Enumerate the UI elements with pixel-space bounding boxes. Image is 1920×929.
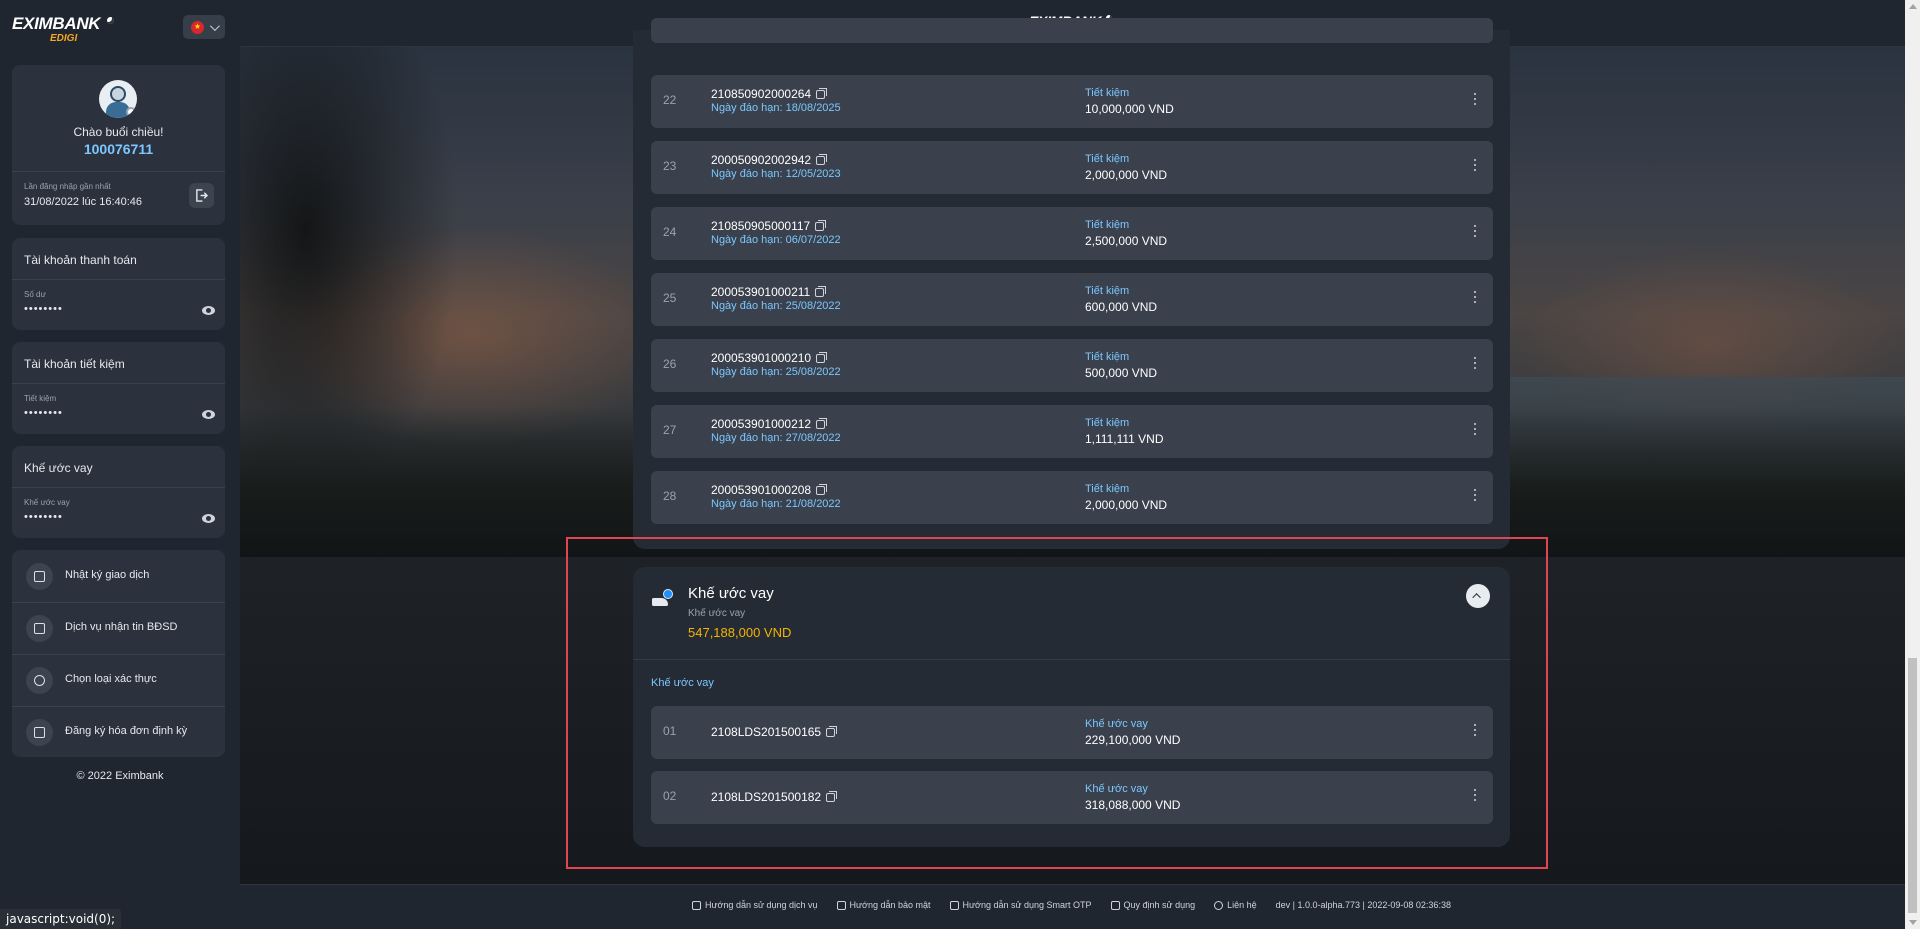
highlight-box	[566, 537, 1548, 869]
more-options-icon[interactable]	[1473, 93, 1476, 107]
footer-link-security-guide[interactable]: Hướng dẫn bảo mật	[836, 900, 931, 910]
copy-icon[interactable]	[816, 352, 828, 363]
more-options-icon[interactable]	[1473, 357, 1476, 371]
message-icon	[26, 615, 53, 642]
loan-balance-label: Khế ước vay	[24, 498, 70, 507]
otp-icon	[949, 900, 959, 910]
status-bar: javascript:void(0);	[0, 909, 122, 929]
sidebar-menu: Nhật ký giao dịch Dịch vụ nhận tin BĐSD …	[12, 550, 225, 757]
scrollbar-thumb[interactable]	[1908, 658, 1917, 913]
more-options-icon[interactable]	[1473, 159, 1476, 173]
eye-icon[interactable]	[202, 514, 215, 523]
eye-icon[interactable]	[202, 410, 215, 419]
footer: Hướng dẫn sử dụng dịch vụ Hướng dẫn bảo …	[240, 884, 1905, 929]
vietnam-flag-icon: ★	[191, 20, 204, 34]
more-options-icon[interactable]	[1473, 291, 1476, 305]
last-login-value: 31/08/2022 lúc 16:40:46	[24, 196, 143, 208]
shield-icon	[836, 900, 846, 910]
invoice-icon	[26, 719, 53, 746]
scrollbar[interactable]	[1905, 0, 1920, 929]
more-options-icon[interactable]	[1473, 489, 1476, 503]
copy-icon[interactable]	[816, 418, 828, 429]
greeting: Chào buổi chiều!	[73, 125, 164, 139]
payment-balance-value: ••••••••	[24, 303, 63, 315]
loan-account-card[interactable]: Khế ước vay Khế ước vay ••••••••	[12, 446, 225, 538]
mail-icon	[1110, 900, 1120, 910]
footer-link-terms[interactable]: Quy định sử dụng	[1110, 900, 1195, 910]
list-item[interactable]	[651, 18, 1493, 43]
menu-item-transaction-log[interactable]: Nhật ký giao dịch	[12, 550, 225, 602]
savings-balance-label: Tiết kiệm	[24, 394, 57, 403]
logout-icon	[196, 189, 208, 202]
savings-row[interactable]: 24 210850905000117 Ngày đáo hạn: 06/07/2…	[651, 207, 1493, 260]
eye-icon[interactable]	[202, 306, 215, 315]
copy-icon[interactable]	[815, 286, 827, 297]
savings-balance-value: ••••••••	[24, 407, 63, 419]
shield-check-icon	[26, 667, 53, 694]
copyright: © 2022 Eximbank	[76, 770, 164, 782]
payment-balance-label: Số dư	[24, 290, 46, 299]
avatar[interactable]	[99, 80, 137, 118]
scroll-up-icon[interactable]	[1909, 4, 1917, 9]
loan-balance-value: ••••••••	[24, 511, 63, 523]
payment-account-card[interactable]: Tài khoản thanh toán Số dư ••••••••	[12, 238, 225, 330]
loan-account-title: Khế ước vay	[24, 461, 93, 475]
logout-button[interactable]	[189, 183, 214, 208]
chat-icon	[1214, 900, 1224, 910]
sidebar-logo[interactable]: EXIMBANK EDIGI	[12, 14, 117, 46]
copy-icon[interactable]	[816, 154, 828, 165]
footer-link-smart-otp[interactable]: Hướng dẫn sử dụng Smart OTP	[949, 900, 1092, 910]
book-icon	[692, 900, 701, 910]
customer-number: 100076711	[83, 141, 154, 157]
scroll-down-icon[interactable]	[1909, 920, 1917, 925]
chevron-down-icon	[209, 20, 220, 31]
version-info: dev | 1.0.0-alpha.773 | 2022-09-08 02:36…	[1275, 900, 1451, 910]
footer-link-contact[interactable]: Liên hệ	[1214, 900, 1257, 910]
last-login-label: Lần đăng nhập gần nhất	[24, 182, 111, 191]
copy-icon[interactable]	[816, 88, 828, 99]
footer-links: Hướng dẫn sử dụng dịch vụ Hướng dẫn bảo …	[692, 900, 1451, 910]
savings-row[interactable]: 25 200053901000211 Ngày đáo hạn: 25/08/2…	[651, 273, 1493, 326]
savings-row[interactable]: 23 200050902002942 Ngày đáo hạn: 12/05/2…	[651, 141, 1493, 194]
savings-row[interactable]: 26 200053901000210 Ngày đáo hạn: 25/08/2…	[651, 339, 1493, 392]
footer-link-service-guide[interactable]: Hướng dẫn sử dụng dịch vụ	[692, 900, 818, 910]
logo-ball-icon	[105, 15, 116, 26]
more-options-icon[interactable]	[1473, 423, 1476, 437]
copy-icon[interactable]	[816, 484, 828, 495]
savings-row[interactable]: 28 200053901000208 Ngày đáo hạn: 21/08/2…	[651, 471, 1493, 524]
savings-account-card[interactable]: Tài khoản tiết kiệm Tiết kiệm ••••••••	[12, 342, 225, 434]
payment-account-title: Tài khoản thanh toán	[24, 253, 137, 267]
menu-item-recurring-bills[interactable]: Đăng ký hóa đơn định kỳ	[12, 706, 225, 758]
sidebar: EXIMBANK EDIGI ★ Chào buổi chiều! 100076…	[0, 0, 240, 929]
menu-item-auth-type[interactable]: Chọn loại xác thực	[12, 654, 225, 706]
menu-item-sms-service[interactable]: Dịch vụ nhận tin BĐSD	[12, 602, 225, 654]
savings-row[interactable]: 27 200053901000212 Ngày đáo hạn: 27/08/2…	[651, 405, 1493, 458]
savings-row[interactable]: 22 210850902000264 Ngày đáo hạn: 18/08/2…	[651, 75, 1493, 128]
profile-card: Chào buổi chiều! 100076711 Lần đăng nhập…	[12, 65, 225, 225]
savings-list-panel: 22 210850902000264 Ngày đáo hạn: 18/08/2…	[633, 18, 1510, 549]
calendar-icon	[26, 563, 53, 590]
savings-account-title: Tài khoản tiết kiệm	[24, 357, 125, 371]
more-options-icon[interactable]	[1473, 225, 1476, 239]
copy-icon[interactable]	[815, 220, 827, 231]
language-selector[interactable]: ★	[183, 15, 225, 39]
